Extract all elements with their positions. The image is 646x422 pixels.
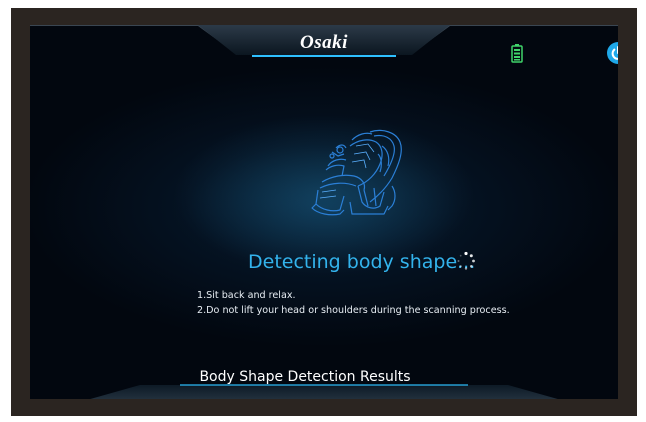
brand-text: Osaki bbox=[300, 32, 348, 53]
status-text: Detecting body shape... bbox=[248, 251, 476, 273]
instructions-list: 1.Sit back and relax. 2.Do not lift your… bbox=[197, 288, 597, 318]
loading-spinner-icon bbox=[457, 251, 475, 270]
instruction-item: 1.Sit back and relax. bbox=[197, 290, 296, 301]
power-icon bbox=[611, 46, 618, 60]
body-shape-results-button[interactable]: Body Shape Detection Results bbox=[155, 364, 455, 390]
massage-chair-illustration bbox=[311, 129, 402, 216]
battery-icon bbox=[511, 44, 523, 63]
detection-status: Detecting body shape... bbox=[198, 249, 498, 279]
brand-logo: Osaki bbox=[284, 32, 364, 56]
screen: Osaki Detecting body shape... 1.Sit back… bbox=[30, 25, 618, 399]
device-frame: Osaki Detecting body shape... 1.Sit back… bbox=[11, 8, 637, 416]
power-button[interactable] bbox=[607, 42, 618, 64]
instruction-item: 2.Do not lift your head or shoulders dur… bbox=[197, 305, 510, 316]
